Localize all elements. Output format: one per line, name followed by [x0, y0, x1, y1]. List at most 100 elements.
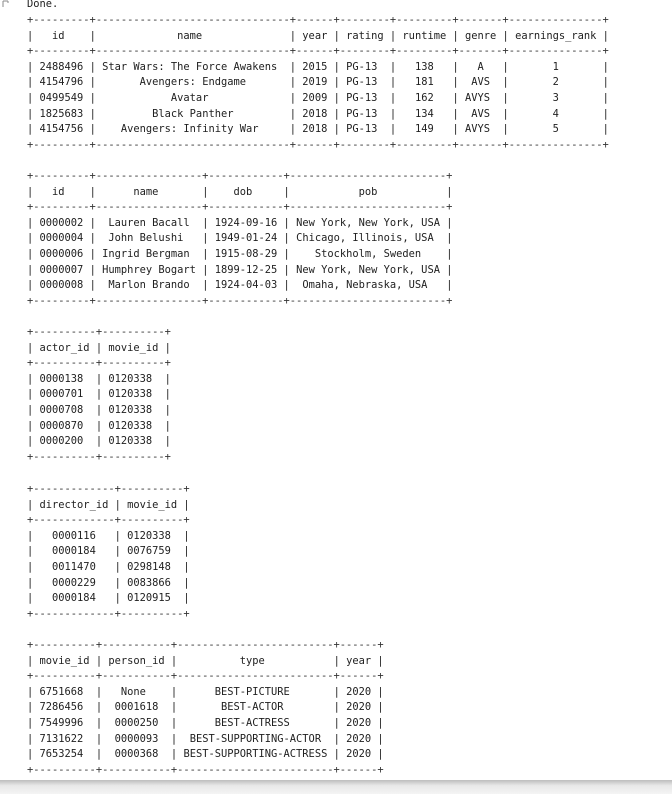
- table-cell-name: Avengers: Endgame: [95, 76, 290, 89]
- table-row: | 2488496 | Star Wars: The Force Awakens…: [27, 60, 609, 73]
- table-header-row: | movie_id | person_id | type | year |: [27, 654, 384, 667]
- table-cell-type: BEST-SUPPORTING-ACTOR: [177, 732, 334, 745]
- table-cell-movie-id: 0120338: [120, 529, 184, 542]
- table-cell-name: John Belushi: [95, 232, 203, 245]
- table-row: | 0000229 | 0083866 |: [27, 576, 190, 589]
- table-cell-year: 2019: [296, 76, 334, 89]
- table-cell-movie-id: 7653254: [33, 748, 96, 761]
- table-cell-movie-id: 0120338: [102, 388, 165, 401]
- table-row: | 0000007 | Humphrey Bogart | 1899-12-25…: [27, 263, 453, 276]
- table-cell-id: 0000008: [33, 279, 90, 292]
- table-border: +---------+-----------------------------…: [27, 14, 609, 26]
- table-cell-dob: 1949-01-24: [208, 232, 284, 245]
- table-cell-id: 2488496: [33, 60, 90, 73]
- table-row: | 0000200 | 0120338 |: [27, 435, 171, 448]
- table-cell-name: Marlon Brando: [95, 279, 203, 292]
- column-header: year: [339, 654, 378, 667]
- table-cell-year: 2009: [296, 91, 334, 104]
- table-directors: +-------------+----------+ | director_id …: [27, 482, 190, 622]
- table-row: | 0000116 | 0120338 |: [27, 529, 190, 542]
- table-cell-genre: AVS: [458, 76, 503, 89]
- table-cell-name: Ingrid Bergman: [95, 247, 203, 260]
- table-cell-runtime: 162: [396, 91, 453, 104]
- table-cell-genre: A: [458, 60, 503, 73]
- table-row: | 7653254 | 0000368 | BEST-SUPPORTING-AC…: [27, 748, 384, 761]
- table-row: | 0000004 | John Belushi | 1949-01-24 | …: [27, 232, 453, 245]
- table-row: | 6751668 | None | BEST-PICTURE | 2020 |: [27, 685, 384, 698]
- table-cell-actor-id: 0000708: [33, 403, 96, 416]
- table-cell-rating: PG-13: [339, 107, 390, 120]
- table-cell-earnings-rank: 3: [508, 91, 603, 104]
- table-row: | 0000006 | Ingrid Bergman | 1915-08-29 …: [27, 247, 453, 260]
- table-cell-name: Lauren Bacall: [95, 216, 203, 229]
- table-border: +---------+-----------------+-----------…: [27, 294, 453, 307]
- column-header: earnings_rank: [508, 29, 603, 42]
- table-row: | 1825683 | Black Panther | 2018 | PG-13…: [27, 107, 609, 120]
- table-cell-pob: New York, New York, USA: [289, 263, 447, 276]
- table-row: | 0000701 | 0120338 |: [27, 388, 171, 401]
- table-cell-year: 2020: [339, 748, 378, 761]
- table-cell-id: 0499549: [33, 91, 90, 104]
- table-cell-person-id: 0000093: [102, 732, 171, 745]
- table-cell-person-id: None: [102, 685, 171, 698]
- cell-output-area: Done. +---------+-----------------------…: [0, 0, 672, 780]
- table-cell-actor-id: 0000870: [33, 419, 96, 432]
- column-header: genre: [458, 29, 503, 42]
- table-row: | 0000138 | 0120338 |: [27, 372, 171, 385]
- column-header: id: [33, 29, 90, 42]
- table-row: | 4154756 | Avengers: Infinity War | 201…: [27, 123, 609, 136]
- table-cell-rating: PG-13: [339, 91, 390, 104]
- table-cell-actor-id: 0000200: [33, 435, 96, 448]
- table-border: +----------+----------+: [27, 357, 171, 370]
- table-cell-dob: 1924-04-03: [208, 279, 284, 292]
- table-border: +-------------+----------+: [27, 607, 190, 620]
- table-border: +-------------+----------+: [27, 483, 190, 495]
- table-row: | 0000008 | Marlon Brando | 1924-04-03 |…: [27, 279, 453, 292]
- table-cell-person-id: 0001618: [102, 701, 171, 714]
- table-cell-director-id: 0000184: [33, 545, 115, 558]
- table-row: | 0499549 | Avatar | 2009 | PG-13 | 162 …: [27, 91, 609, 104]
- table-cell-year: 2018: [296, 107, 334, 120]
- table-cell-movie-id: 0298148: [120, 560, 184, 573]
- table-cell-director-id: 0011470: [33, 560, 115, 573]
- table-cell-director-id: 0000229: [33, 576, 115, 589]
- table-cell-type: BEST-PICTURE: [177, 685, 334, 698]
- table-cell-earnings-rank: 2: [508, 76, 603, 89]
- table-cell-earnings-rank: 5: [508, 123, 603, 136]
- table-cell-year: 2020: [339, 716, 378, 729]
- table-row: | 0000002 | Lauren Bacall | 1924-09-16 |…: [27, 216, 453, 229]
- column-header: movie_id: [120, 498, 184, 511]
- table-cell-dob: 1915-08-29: [208, 247, 284, 260]
- table-cell-director-id: 0000116: [33, 529, 115, 542]
- table-cell-type: BEST-ACTRESS: [177, 716, 334, 729]
- table-row: | 7549996 | 0000250 | BEST-ACTRESS | 202…: [27, 716, 384, 729]
- table-cell-movie-id: 0076759: [120, 545, 184, 558]
- table-cell-dob: 1899-12-25: [208, 263, 284, 276]
- table-header-row: | id | name | dob | pob |: [27, 185, 453, 198]
- table-row: | 0000870 | 0120338 |: [27, 419, 171, 432]
- table-cell-name: Humphrey Bogart: [95, 263, 203, 276]
- table-header-row: | director_id | movie_id |: [27, 498, 190, 511]
- table-cell-rating: PG-13: [339, 123, 390, 136]
- table-actors: +----------+----------+ | actor_id | movi…: [27, 325, 171, 465]
- table-cell-movie-id: 0120338: [102, 419, 165, 432]
- table-row: | 0000708 | 0120338 |: [27, 403, 171, 416]
- status-text: Done.: [27, 0, 59, 10]
- table-cell-id: 0000007: [33, 263, 90, 276]
- table-people: +---------+-----------------+-----------…: [27, 169, 452, 309]
- table-border: +---------+-----------------------------…: [27, 138, 609, 151]
- column-header: name: [95, 29, 290, 42]
- table-border: +----------+----------+: [27, 326, 171, 338]
- output-arrow-icon: [2, 0, 12, 7]
- table-cell-name: Black Panther: [95, 107, 290, 120]
- table-cell-runtime: 134: [396, 107, 453, 120]
- table-border: +-------------+----------+: [27, 514, 190, 527]
- table-cell-genre: AVS: [458, 107, 503, 120]
- table-cell-name: Star Wars: The Force Awakens: [95, 60, 290, 73]
- column-header: rating: [339, 29, 390, 42]
- table-cell-name: Avengers: Infinity War: [95, 123, 290, 136]
- table-cell-actor-id: 0000138: [33, 372, 96, 385]
- table-border: +----------+----------+: [27, 450, 171, 463]
- column-header: runtime: [396, 29, 453, 42]
- column-header: year: [296, 29, 334, 42]
